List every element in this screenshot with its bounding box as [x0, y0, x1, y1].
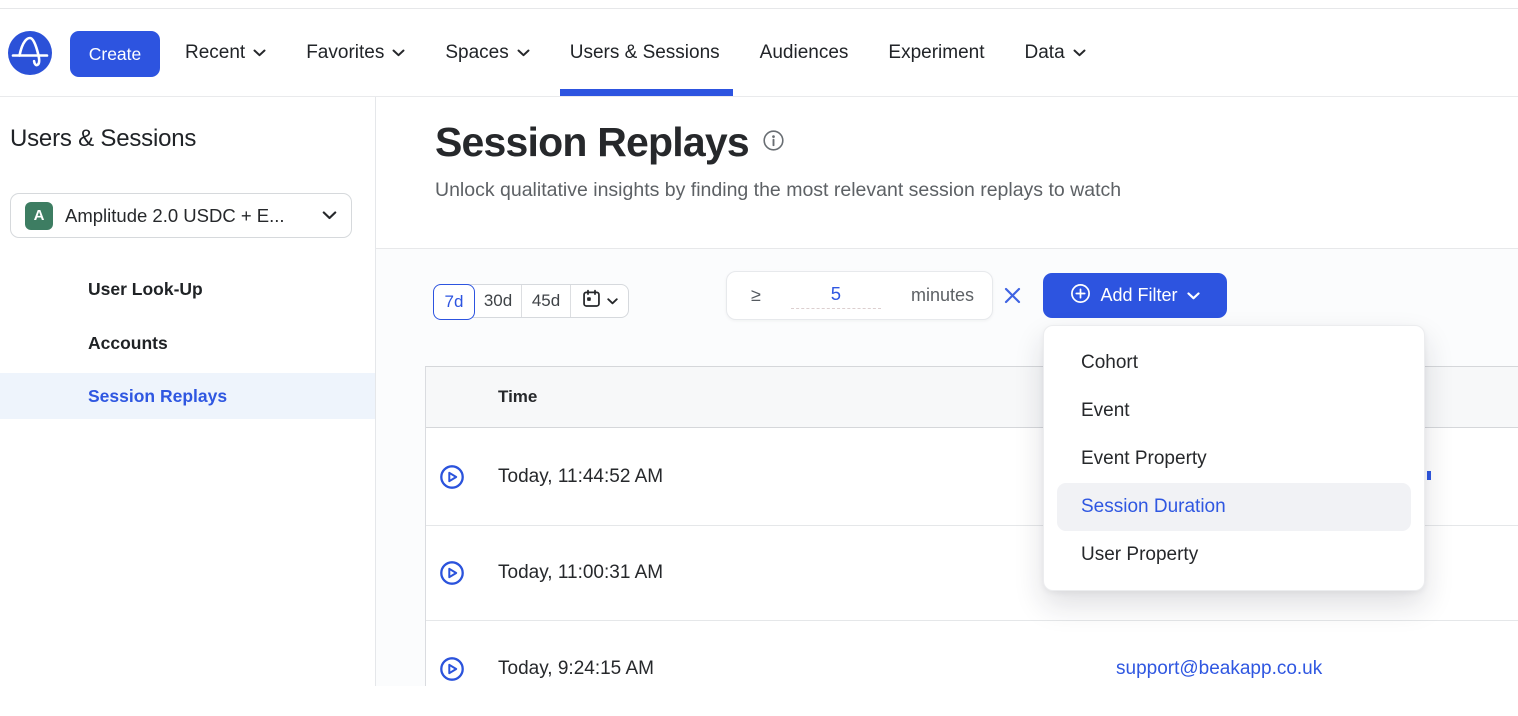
add-filter-dropdown: Cohort Event Event Property Session Dura…	[1043, 325, 1425, 591]
dropdown-item-event[interactable]: Event	[1044, 387, 1424, 435]
nav-item-users-sessions[interactable]: Users & Sessions	[570, 9, 720, 96]
chevron-down-icon	[322, 211, 337, 220]
date-range-control: 7d 30d 45d	[433, 284, 629, 318]
project-selector[interactable]: A Amplitude 2.0 USDC + E...	[10, 193, 352, 238]
header-divider	[376, 248, 1518, 249]
nav-item-experiment[interactable]: Experiment	[888, 9, 984, 96]
plus-circle-icon	[1070, 283, 1091, 309]
add-filter-button[interactable]: Add Filter	[1043, 273, 1227, 318]
session-duration-filter: ≥ 5 minutes	[726, 271, 993, 320]
primary-nav: Recent Favorites Spaces Users & Sessions…	[185, 9, 1086, 96]
chevron-down-icon	[1073, 49, 1086, 57]
nav-item-recent[interactable]: Recent	[185, 9, 266, 96]
dropdown-item-event-property[interactable]: Event Property	[1044, 435, 1424, 483]
range-7d-button[interactable]: 7d	[433, 284, 475, 320]
range-45d-button[interactable]: 45d	[521, 285, 570, 317]
sidebar: Users & Sessions A Amplitude 2.0 USDC + …	[0, 97, 376, 686]
play-replay-icon[interactable]	[439, 560, 465, 586]
dropdown-item-user-property[interactable]: User Property	[1044, 531, 1424, 579]
sidebar-item-session-replays[interactable]: Session Replays	[0, 373, 375, 419]
dropdown-item-cohort[interactable]: Cohort	[1044, 339, 1424, 387]
duration-unit-label: minutes	[911, 285, 974, 306]
sidebar-item-user-look-up[interactable]: User Look-Up	[0, 265, 375, 313]
play-replay-icon[interactable]	[439, 464, 465, 490]
truncated-user-link-fragment	[1427, 471, 1431, 480]
user-email-link[interactable]: support@beakapp.co.uk	[1116, 658, 1322, 680]
calendar-icon	[581, 288, 602, 314]
table-row[interactable]: Today, 9:24:15 AM support@beakapp.co.uk	[426, 621, 1518, 716]
chevron-down-icon	[253, 49, 266, 57]
remove-filter-icon[interactable]	[1004, 287, 1021, 304]
page-subtitle: Unlock qualitative insights by finding t…	[435, 179, 1121, 202]
replay-time: Today, 9:24:15 AM	[498, 658, 654, 680]
page-title: Session Replays	[435, 119, 749, 166]
replay-time: Today, 11:00:31 AM	[498, 562, 663, 584]
page-header: Session Replays Unlock qualitative insig…	[435, 119, 1121, 202]
sidebar-item-accounts[interactable]: Accounts	[0, 319, 375, 367]
gte-operator[interactable]: ≥	[751, 285, 761, 306]
chevron-down-icon	[1187, 292, 1200, 300]
duration-value-input[interactable]: 5	[791, 283, 881, 309]
project-badge: A	[25, 202, 53, 230]
nav-item-favorites[interactable]: Favorites	[306, 9, 405, 96]
top-nav-bar: Create Recent Favorites Spaces Users & S…	[0, 9, 1518, 97]
nav-item-data[interactable]: Data	[1025, 9, 1086, 96]
play-replay-icon[interactable]	[439, 656, 465, 682]
range-30d-button[interactable]: 30d	[475, 285, 521, 317]
active-tab-underline	[560, 89, 733, 96]
dropdown-item-session-duration[interactable]: Session Duration	[1057, 483, 1411, 531]
sidebar-title: Users & Sessions	[10, 125, 196, 153]
nav-item-audiences[interactable]: Audiences	[760, 9, 849, 96]
custom-date-range-button[interactable]	[570, 285, 628, 317]
replay-time: Today, 11:44:52 AM	[498, 466, 663, 488]
info-icon[interactable]	[762, 129, 785, 157]
column-header-time: Time	[426, 387, 537, 407]
nav-item-spaces[interactable]: Spaces	[445, 9, 529, 96]
chevron-down-icon	[607, 298, 618, 305]
create-button[interactable]: Create	[70, 31, 160, 77]
chevron-down-icon	[517, 49, 530, 57]
chevron-down-icon	[392, 49, 405, 57]
amplitude-logo-icon[interactable]	[8, 31, 52, 75]
project-name: Amplitude 2.0 USDC + E...	[65, 205, 310, 227]
